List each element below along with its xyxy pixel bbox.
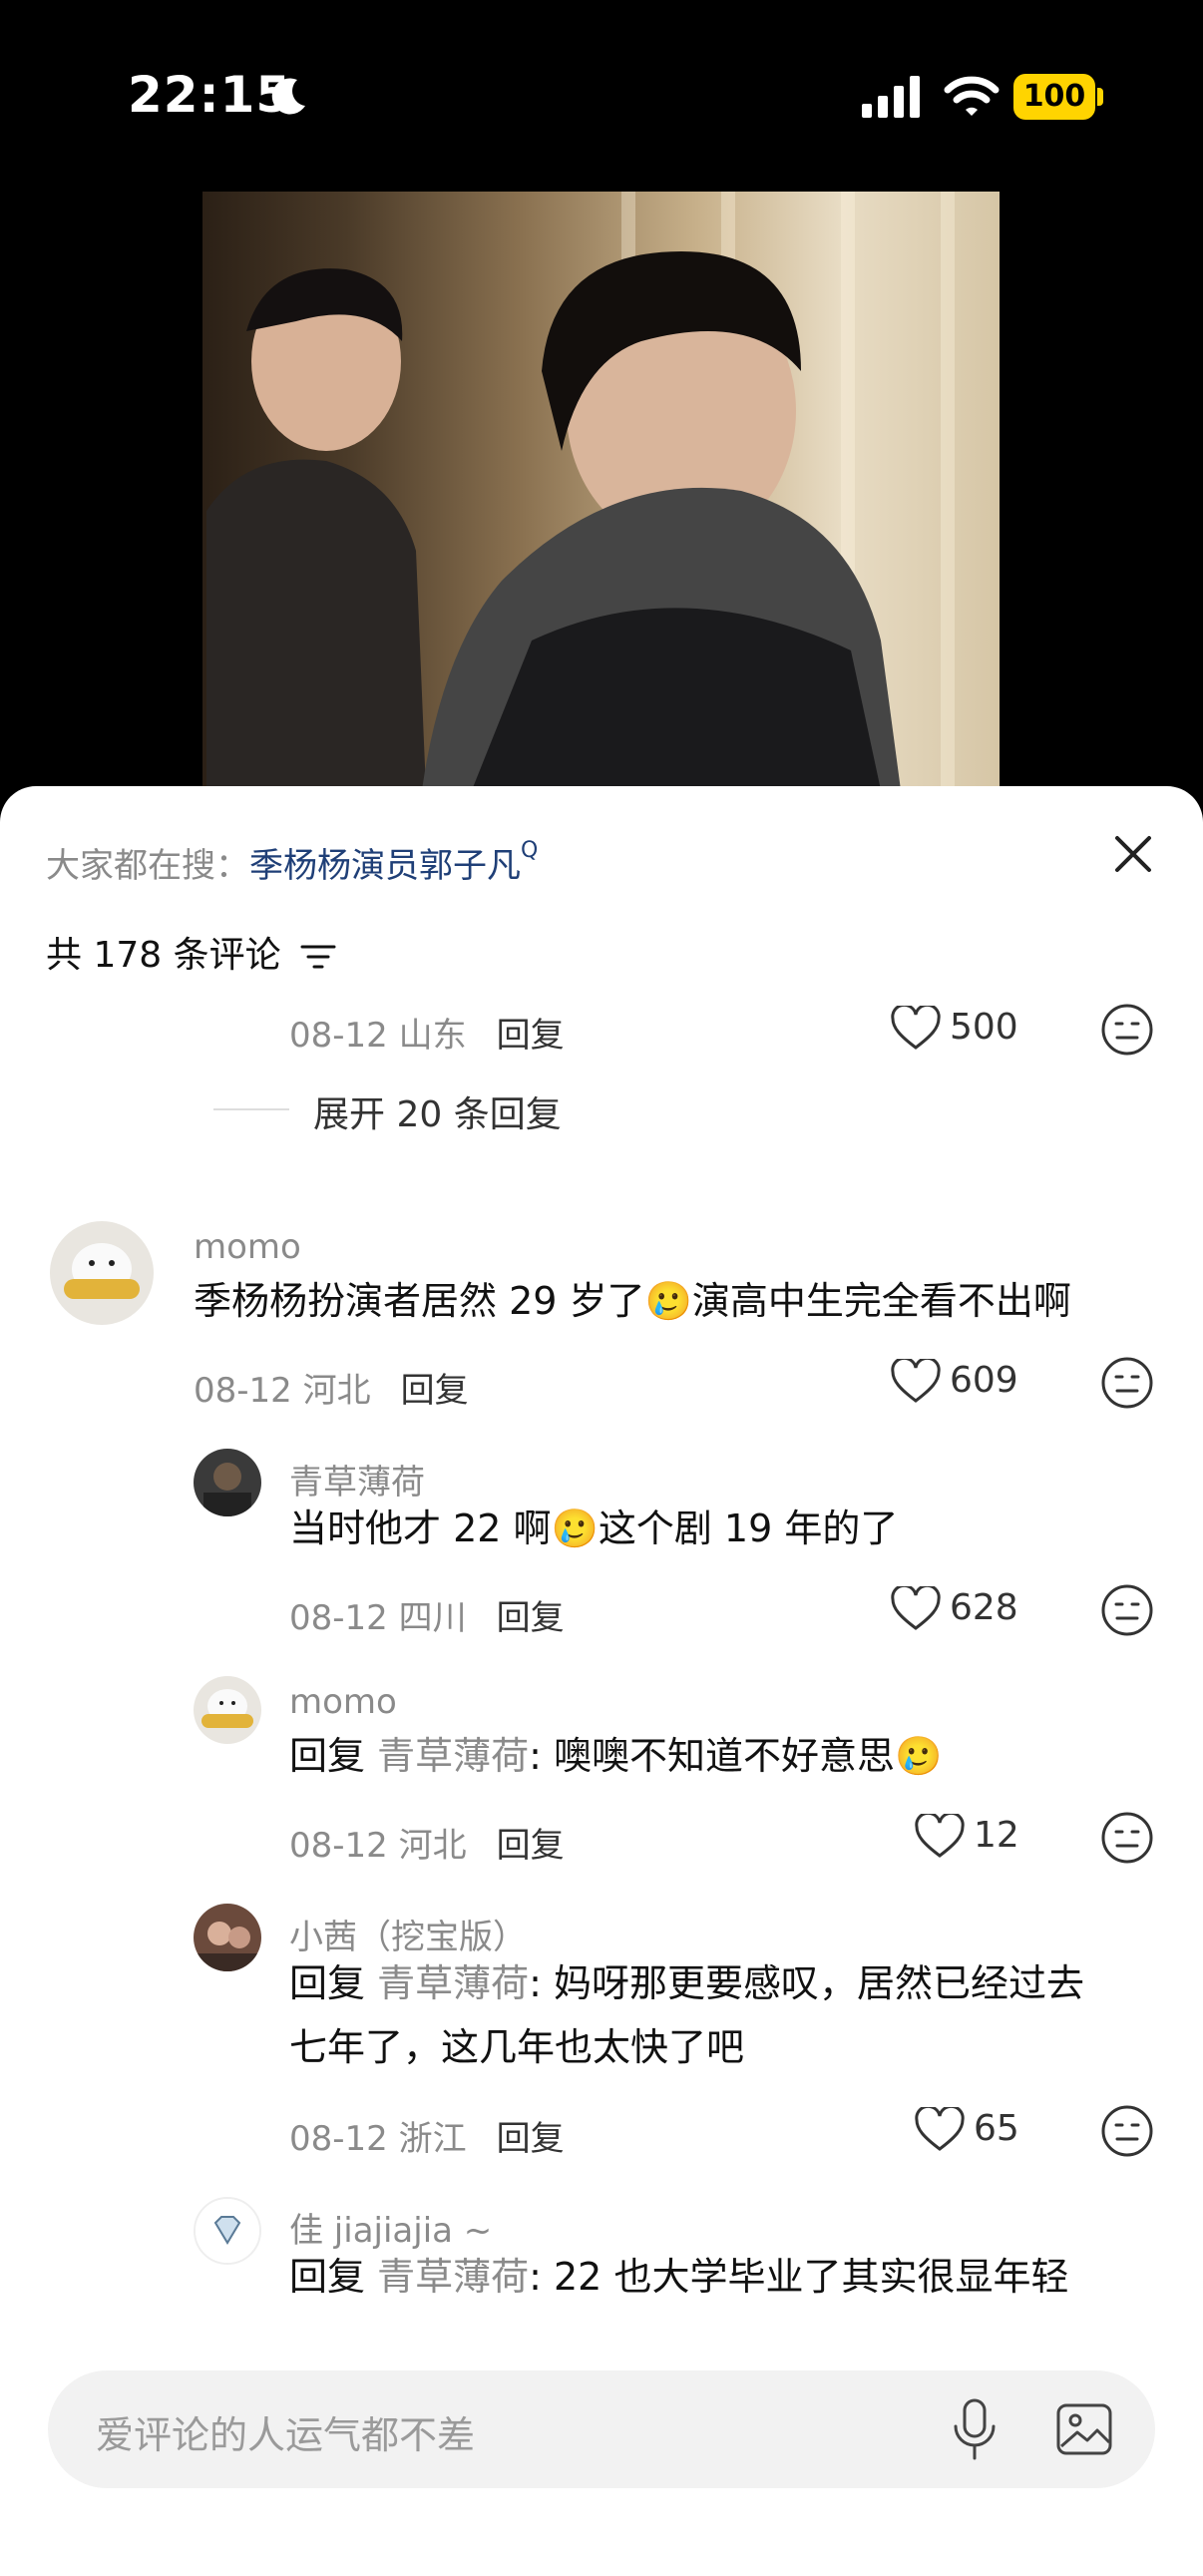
like-button[interactable]: 500 <box>890 1003 1018 1052</box>
comment-date-location: 08-12 四川 <box>289 1598 467 1638</box>
comment-meta: 08-12 浙江 回复 <box>289 2111 565 2160</box>
like-count: 12 <box>974 1815 1019 1856</box>
emoji-reaction-icon[interactable] <box>1099 1355 1155 1411</box>
like-count: 609 <box>950 1360 1018 1401</box>
emoji-reaction-icon[interactable] <box>1099 1582 1155 1638</box>
comment-text: 季杨杨扮演者居然 29 岁了🥲演高中生完全看不出啊 <box>194 1279 1071 1323</box>
close-icon[interactable] <box>1109 830 1157 878</box>
reply-target-user[interactable]: 青草薄荷 <box>377 1734 529 1778</box>
emoji-reaction-icon[interactable] <box>1099 1002 1155 1058</box>
signal-icon <box>862 76 920 118</box>
emoji-reaction-icon[interactable] <box>1099 1810 1155 1866</box>
search-suggestion[interactable]: 大家都在搜：季杨杨演员郭子凡Q <box>46 838 538 887</box>
comment-date-location: 08-12 河北 <box>194 1371 371 1411</box>
reply-button[interactable]: 回复 <box>401 1371 469 1411</box>
like-count: 500 <box>950 1007 1018 1048</box>
battery-indicator: 100 <box>1013 74 1095 120</box>
comment-count-label: 共 178 条评论 <box>46 935 281 976</box>
comment-meta: 08-12 山东 回复 <box>289 1008 565 1057</box>
reply-button[interactable]: 回复 <box>497 2119 565 2159</box>
comment-meta: 08-12 四川 回复 <box>289 1590 565 1639</box>
photo-avatar-icon <box>194 1904 261 1971</box>
comment-username[interactable]: momo <box>194 1227 301 1267</box>
reply-body: : 妈呀那更要感叹，居然已经过去 <box>529 1961 1085 2005</box>
like-button[interactable]: 12 <box>914 1811 1019 1860</box>
comment-text: 回复 青草薄荷: 妈呀那更要感叹，居然已经过去 七年了，这几年也太快了吧 <box>289 1951 1084 2079</box>
dog-avatar-icon <box>50 1221 154 1325</box>
comment-input-placeholder[interactable]: 爱评论的人运气都不差 <box>96 2404 475 2459</box>
heart-icon <box>891 1583 941 1630</box>
reply-button[interactable]: 回复 <box>497 1598 565 1638</box>
comment-sheet: 大家都在搜：季杨杨演员郭子凡Q 共 178 条评论 08-12 山东 回复 500… <box>0 786 1203 2576</box>
microphone-icon[interactable] <box>950 2398 1000 2460</box>
like-button[interactable]: 65 <box>914 2104 1019 2153</box>
reply-prefix: 回复 <box>289 2255 366 2299</box>
dog-avatar-icon <box>194 1676 261 1744</box>
video-person-right <box>422 251 901 786</box>
avatar[interactable] <box>50 1221 154 1325</box>
moon-icon <box>271 78 305 115</box>
image-icon[interactable] <box>1055 2402 1113 2456</box>
comment-input-bar[interactable]: 爱评论的人运气都不差 <box>48 2370 1155 2488</box>
reply-body: : 噢噢不知道不好意思🥲 <box>529 1734 943 1778</box>
comment-text: 回复 青草薄荷: 22 也大学毕业了其实很显年轻 <box>289 2245 1068 2341</box>
heart-icon <box>915 1811 965 1858</box>
avatar[interactable] <box>194 1449 261 1516</box>
comment-username[interactable]: momo <box>289 1682 397 1722</box>
search-prefix: 大家都在搜： <box>46 846 249 886</box>
curtain-fold <box>941 192 955 786</box>
heart-icon <box>891 1356 941 1403</box>
reply-target-user[interactable]: 青草薄荷 <box>377 1961 529 2005</box>
comment-text: 当时他才 22 啊🥲这个剧 19 年的了 <box>289 1506 899 1550</box>
expand-divider <box>213 1108 289 1110</box>
reply-body: : 22 也大学毕业了其实很显年轻 <box>529 2255 1069 2299</box>
avatar[interactable] <box>194 1904 261 1971</box>
reply-body-continued: 七年了，这几年也太快了吧 <box>289 2025 745 2069</box>
status-bar: 22:15 100 <box>0 0 1203 190</box>
avatar[interactable] <box>194 1676 261 1744</box>
emoji-reaction-icon[interactable] <box>1099 2103 1155 2159</box>
like-count: 65 <box>974 2108 1019 2149</box>
reply-prefix: 回复 <box>289 1961 366 2005</box>
reply-button[interactable]: 回复 <box>497 1016 565 1056</box>
comment-meta: 08-12 河北 回复 <box>289 1818 565 1867</box>
heart-icon <box>891 1003 941 1050</box>
search-term[interactable]: 季杨杨演员郭子凡 <box>249 846 521 886</box>
reply-target-user[interactable]: 青草薄荷 <box>377 2255 529 2299</box>
comment-date-location: 08-12 山东 <box>289 1016 467 1056</box>
heart-icon <box>915 2104 965 2151</box>
wifi-icon <box>944 76 1000 116</box>
reply-button[interactable]: 回复 <box>497 1826 565 1866</box>
photo-avatar-icon <box>194 1449 261 1516</box>
comment-date-location: 08-12 浙江 <box>289 2119 467 2159</box>
like-button[interactable]: 609 <box>890 1356 1018 1405</box>
diamond-icon <box>196 2199 259 2263</box>
like-count: 628 <box>950 1587 1018 1628</box>
comment-meta: 08-12 河北 回复 <box>194 1363 469 1412</box>
comment-text: 回复 青草薄荷: 噢噢不知道不好意思🥲 <box>289 1724 942 1788</box>
comment-date-location: 08-12 河北 <box>289 1826 467 1866</box>
comment-count: 共 178 条评论 <box>46 926 336 978</box>
video-player[interactable] <box>202 192 1000 786</box>
like-button[interactable]: 628 <box>890 1583 1018 1632</box>
expand-replies-button[interactable]: 展开 20 条回复 <box>313 1085 562 1137</box>
reply-prefix: 回复 <box>289 1734 366 1778</box>
search-mark: Q <box>521 838 539 863</box>
battery-tip <box>1097 88 1103 106</box>
sort-filter-icon[interactable] <box>300 942 336 972</box>
avatar[interactable] <box>194 2197 261 2265</box>
